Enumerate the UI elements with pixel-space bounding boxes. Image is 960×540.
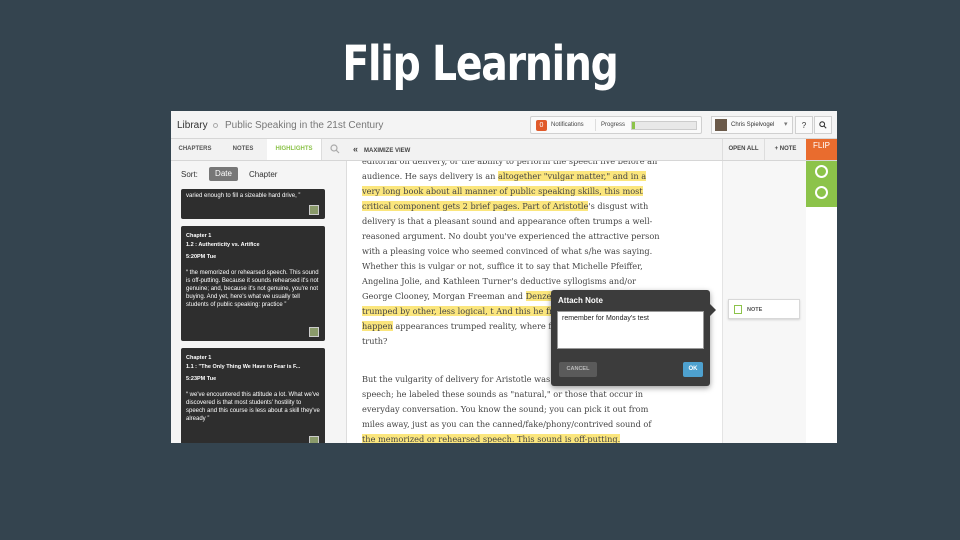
search-button[interactable] — [814, 116, 832, 134]
flip-logo: FLIP — [806, 139, 837, 160]
card-chapter: Chapter 1 — [186, 355, 212, 361]
highlight-text: “ we've encountered this attitude a lot.… — [186, 392, 320, 422]
highlight-text: “ the memorized or rehearsed speech. Thi… — [186, 270, 319, 308]
help-button[interactable]: ? — [795, 116, 813, 134]
attach-note-popup: Attach Note remember for Monday's test C… — [551, 290, 716, 386]
card-time: 5:23PM Tue — [186, 376, 217, 382]
tab-chapters[interactable]: CHAPTERS — [171, 139, 219, 160]
sidebar-search-button[interactable] — [321, 139, 347, 160]
breadcrumb-separator-icon — [213, 123, 218, 128]
tab-notes[interactable]: NOTES — [219, 139, 267, 160]
note-label: NOTE — [747, 307, 763, 313]
ok-button[interactable]: OK — [683, 362, 703, 377]
chevron-down-icon: ▾ — [784, 121, 788, 128]
notifications-badge[interactable]: 0 — [536, 120, 547, 131]
search-icon — [329, 144, 339, 154]
highlight-card[interactable]: Chapter 1 1.1 : "The Only Thing We Have … — [181, 348, 325, 443]
maximize-view-label: MAXIMIZE VIEW — [364, 148, 411, 154]
sort-by-date-button[interactable]: Date — [209, 167, 238, 181]
add-note-button[interactable]: + NOTE — [764, 139, 806, 160]
search-icon — [819, 121, 827, 129]
highlight-card[interactable]: Chapter 1 1.2 : Authenticity vs. Artific… — [181, 226, 325, 341]
user-name: Chris Spielvogel — [731, 122, 775, 128]
progress-bar — [631, 121, 697, 130]
tab-highlights[interactable]: HIGHLIGHTS — [267, 139, 321, 160]
body-text: 's disgust with delivery is that a pleas… — [362, 201, 660, 301]
sort-label: Sort: — [181, 170, 198, 179]
card-time: 5:20PM Tue — [186, 254, 217, 260]
user-menu[interactable]: Chris Spielvogel ▾ — [711, 116, 793, 134]
maximize-view-button[interactable]: « MAXIMIZE VIEW — [353, 139, 410, 160]
note-textarea[interactable]: remember for Monday's test — [557, 311, 704, 349]
highlight-text: varied enough to fill a sizeable hard dr… — [186, 193, 301, 199]
book-title: Public Speaking in the 21st Century — [225, 120, 384, 131]
slide-title: Flip Learning — [342, 36, 618, 92]
card-section: 1.1 : "The Only Thing We Have to Fear is… — [186, 364, 301, 370]
open-all-button[interactable]: OPEN ALL — [722, 139, 764, 160]
progress-label: Progress — [601, 122, 626, 128]
avatar — [715, 119, 727, 131]
notes-column: NOTE — [722, 161, 806, 443]
double-chevron-left-icon: « — [353, 144, 359, 154]
note-icon[interactable] — [309, 205, 319, 215]
cancel-button[interactable]: CANCEL — [559, 362, 597, 377]
app-screenshot: Library Public Speaking in the 21st Cent… — [171, 111, 837, 443]
card-chapter: Chapter 1 — [186, 233, 212, 239]
tab-bar: CHAPTERS NOTES HIGHLIGHTS « MAXIMIZE VIEW… — [171, 139, 837, 161]
highlight[interactable]: the memorized or rehearsed speech. This … — [362, 434, 621, 443]
highlights-sidebar: Sort: Date Chapter varied enough to fill… — [171, 161, 347, 443]
circle-icon[interactable] — [815, 165, 828, 178]
library-link[interactable]: Library — [177, 120, 208, 131]
circle-icon[interactable] — [815, 186, 828, 199]
divider — [595, 119, 596, 131]
progress-fill — [632, 122, 635, 129]
status-column — [806, 161, 837, 207]
note-icon — [734, 305, 742, 314]
note-icon[interactable] — [309, 436, 319, 443]
card-section: 1.2 : Authenticity vs. Artifice — [186, 242, 260, 248]
top-bar: Library Public Speaking in the 21st Cent… — [171, 111, 837, 139]
notifications-label[interactable]: Notifications — [551, 122, 584, 128]
sort-by-chapter-button[interactable]: Chapter — [249, 170, 277, 179]
popup-title: Attach Note — [558, 296, 603, 305]
status-panel: 0 Notifications Progress — [530, 116, 702, 134]
note-icon[interactable] — [309, 327, 319, 337]
highlight-card[interactable]: varied enough to fill a sizeable hard dr… — [181, 189, 325, 219]
note-chip[interactable]: NOTE — [728, 299, 800, 319]
popup-arrow — [710, 304, 716, 316]
